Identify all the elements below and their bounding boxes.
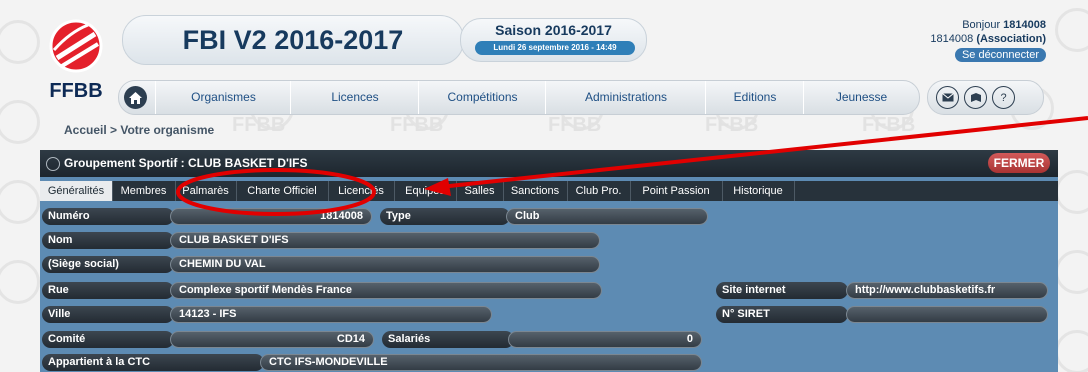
ctc-label: Appartient à la CTC (42, 354, 264, 371)
salaries-value: 0 (508, 331, 702, 348)
tab-historique[interactable]: Historique (722, 181, 795, 201)
watermark-text: FFBB (862, 114, 916, 136)
rue-label: Rue (42, 282, 174, 299)
nav-jeunesse[interactable]: Jeunesse (803, 81, 919, 114)
main-nav: Organismes Licences Compétitions Adminis… (118, 80, 920, 115)
ffbb-logo[interactable]: FFBB (40, 12, 112, 104)
user-assoc-label: (Association) (976, 33, 1046, 45)
tab-charte-officiel[interactable]: Charte Officiel (236, 181, 329, 201)
logo-text: FFBB (49, 80, 102, 102)
siege-label: (Siège social) (42, 256, 174, 273)
season-date: Lundi 26 septembre 2016 - 14:49 (475, 41, 635, 55)
site-value[interactable]: http://www.clubbasketifs.fr (846, 282, 1048, 299)
home-icon (129, 91, 142, 104)
app-title: FBI V2 2016-2017 (122, 15, 464, 65)
nav-administrations[interactable]: Administrations (545, 81, 706, 114)
tab-palmares[interactable]: Palmarès (175, 181, 237, 201)
help-icon[interactable]: ? (992, 86, 1015, 109)
nom-label: Nom (42, 232, 174, 249)
close-button[interactable]: FERMER (988, 153, 1050, 173)
user-assoc-id: 1814008 (930, 33, 974, 45)
tab-equipes[interactable]: Equipes (394, 181, 457, 201)
nav-licences[interactable]: Licences (290, 81, 419, 114)
nav-tools: ? (927, 80, 1044, 115)
tab-bar: Généralités Membres Palmarès Charte Offi… (40, 181, 1058, 201)
book-icon[interactable] (964, 86, 987, 109)
rue-value: Complexe sportif Mendès France (170, 282, 602, 299)
nav-organismes[interactable]: Organismes (155, 81, 291, 114)
ctc-value: CTC IFS-MONDEVILLE (260, 354, 702, 371)
siret-label: N° SIRET (716, 306, 848, 323)
organism-panel: Groupement Sportif : CLUB BASKET D'IFS F… (40, 150, 1058, 372)
watermark-text: FFBB (548, 114, 602, 136)
tab-licencies[interactable]: Licenciés (328, 181, 395, 201)
tab-sanctions[interactable]: Sanctions (503, 181, 568, 201)
numero-value: 1814008 (170, 208, 372, 225)
watermark-text: FFBB (705, 114, 759, 136)
comite-label: Comité (42, 331, 174, 348)
ville-label: Ville (42, 306, 174, 323)
type-value: Club (506, 208, 708, 225)
gear-icon (46, 157, 60, 171)
siret-value (846, 306, 1048, 323)
home-button[interactable] (124, 86, 147, 109)
comite-value: CD14 (170, 331, 374, 348)
nom-value: CLUB BASKET D'IFS (170, 232, 600, 249)
logout-button[interactable]: Se déconnecter (954, 48, 1046, 62)
nav-competitions[interactable]: Compétitions (418, 81, 546, 114)
tab-salles[interactable]: Salles (456, 181, 504, 201)
user-greeting: Bonjour (962, 19, 1001, 31)
numero-label: Numéro (42, 208, 174, 225)
season-title: Saison 2016-2017 (495, 22, 612, 38)
ville-value: 14123 - IFS (170, 306, 492, 323)
site-label: Site internet (716, 282, 848, 299)
salaries-label: Salariés (382, 331, 514, 348)
watermark-text: FFBB (390, 114, 444, 136)
siege-value: CHEMIN DU VAL (170, 256, 600, 273)
tab-generalites[interactable]: Généralités (40, 181, 113, 201)
nav-editions[interactable]: Editions (705, 81, 804, 114)
type-label: Type (380, 208, 510, 225)
season-badge: Saison 2016-2017 Lundi 26 septembre 2016… (460, 18, 647, 62)
tab-point-passion[interactable]: Point Passion (630, 181, 723, 201)
tab-club-pro[interactable]: Club Pro. (567, 181, 631, 201)
mail-icon[interactable] (936, 86, 959, 109)
tab-membres[interactable]: Membres (112, 181, 176, 201)
user-id: 1814008 (1003, 19, 1046, 31)
watermark-text: FFBB (232, 114, 286, 136)
panel-title: Groupement Sportif : CLUB BASKET D'IFS (64, 156, 308, 170)
user-info: Bonjour 1814008 1814008 (Association) Se… (930, 18, 1046, 62)
panel-header: Groupement Sportif : CLUB BASKET D'IFS F… (40, 150, 1058, 177)
breadcrumb: Accueil > Votre organisme (64, 123, 215, 137)
